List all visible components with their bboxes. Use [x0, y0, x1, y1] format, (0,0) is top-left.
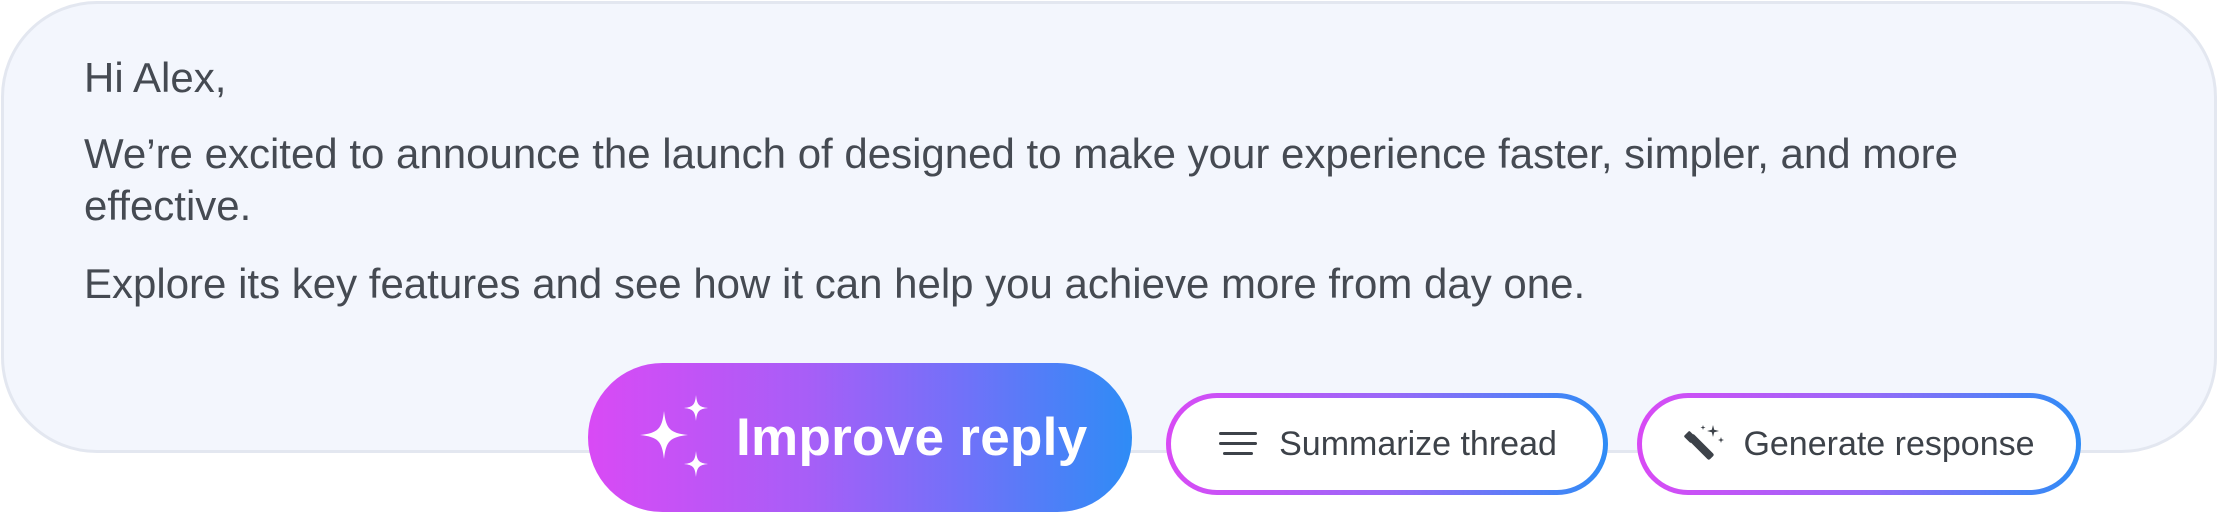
magic-wand-icon — [1684, 425, 1725, 460]
generate-response-inner: Generate response — [1642, 398, 2076, 490]
summarize-thread-label: Summarize thread — [1279, 424, 1557, 463]
summarize-thread-button[interactable]: Summarize thread — [1166, 393, 1608, 495]
improve-reply-label: Improve reply — [736, 408, 1088, 467]
improve-reply-button[interactable]: Improve reply — [588, 363, 1132, 512]
generate-response-button[interactable]: Generate response — [1637, 393, 2081, 495]
summarize-thread-inner: Summarize thread — [1171, 398, 1603, 490]
lines-icon — [1219, 432, 1258, 455]
generate-response-label: Generate response — [1743, 424, 2035, 463]
ai-actions-bar: Improve reply Summarize thread Generate … — [0, 0, 2220, 516]
sparkles-icon — [640, 394, 708, 477]
